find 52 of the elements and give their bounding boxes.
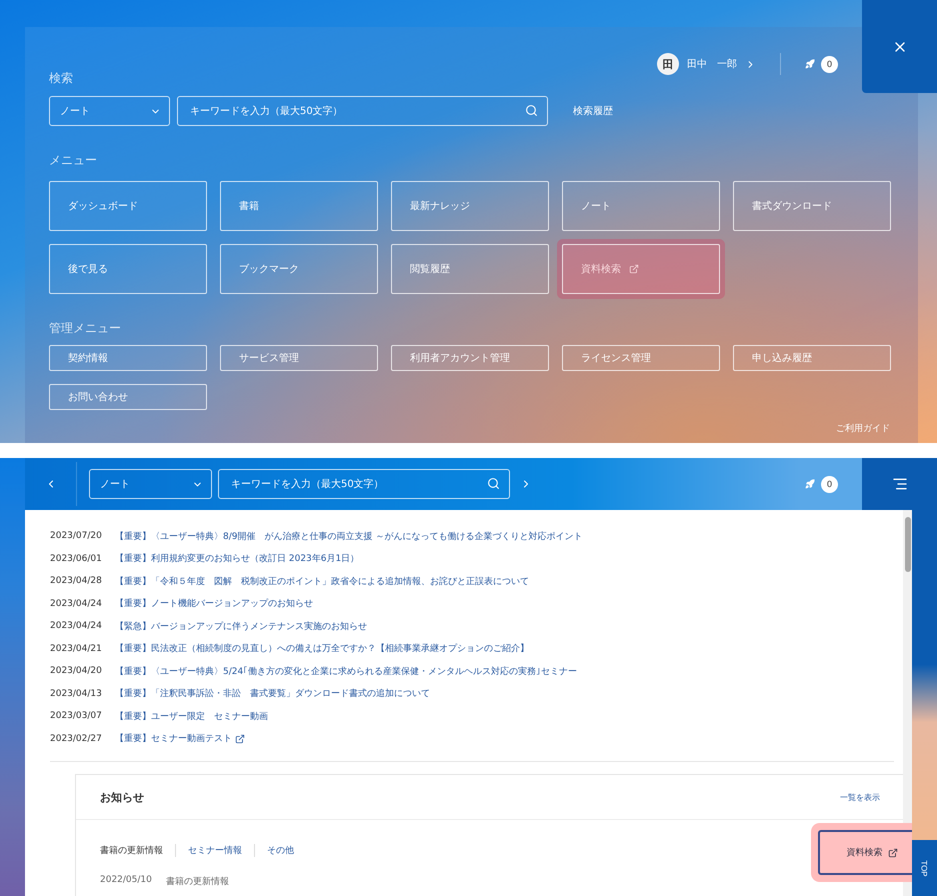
news-date: 2023/03/07 (50, 711, 103, 722)
news-link[interactable]: 【重要】「注釈民事訴訟・非訟 書式要覧」ダウンロード書式の追加について (115, 687, 430, 700)
news-date: 2023/04/28 (50, 576, 103, 586)
search-icon (487, 477, 500, 490)
menu-button[interactable]: 書籍 (220, 181, 378, 231)
search-field[interactable]: キーワードを入力（最大50文字） (177, 96, 548, 126)
notification-button[interactable]: 0 (805, 56, 838, 72)
menu-icon (892, 476, 908, 492)
category-select[interactable]: ノート (89, 469, 212, 499)
notification-count: 0 (821, 56, 838, 72)
user-menu[interactable]: 田 田中 一郎 (657, 53, 756, 75)
news-date: 2023/04/20 (50, 666, 103, 676)
news-date: 2023/06/01 (50, 554, 103, 564)
category-select[interactable]: ノート (49, 96, 170, 126)
news-link[interactable]: 【重要】セミナー動画テスト (115, 732, 245, 746)
notice-tab[interactable]: その他 (254, 844, 306, 857)
news-date: 2023/07/20 (50, 531, 103, 542)
user-avatar: 田 (657, 53, 679, 75)
notice-tab[interactable]: セミナー情報 (175, 844, 254, 857)
news-link[interactable]: 【重要】ユーザー限定 セミナー動画 (115, 710, 268, 723)
notice-category: 書籍の更新情報 (166, 876, 229, 888)
rocket-icon (805, 479, 815, 489)
notification-button[interactable]: 0 (805, 476, 838, 492)
news-link[interactable]: 【緊急】バージョンアップに伴うメンテナンス実施のお知らせ (115, 620, 367, 633)
search-icon (525, 104, 538, 117)
section-title: 管理メニュー (49, 320, 122, 337)
search-field[interactable]: キーワードを入力（最大50文字） (218, 469, 510, 499)
section-title: メニュー (49, 152, 98, 169)
news-date: 2023/04/24 (50, 598, 103, 609)
view-all-link[interactable]: 一覧を表示 (840, 792, 880, 802)
top-button[interactable]: TOP (912, 840, 937, 896)
news-date: 2023/04/13 (50, 688, 103, 699)
menu-button[interactable]: 後で見る (49, 244, 207, 294)
notification-count: 0 (821, 476, 838, 492)
menu-button[interactable]: ダッシュボード (49, 181, 207, 231)
news-date: 2023/02/27 (50, 734, 103, 744)
notice-date: 2022/05/10 (100, 875, 152, 887)
menu-button[interactable] (862, 458, 937, 510)
search-history-link[interactable]: 検索履歴 (573, 104, 613, 118)
news-link[interactable]: 【重要】ノート機能バージョンアップのお知らせ (115, 597, 313, 610)
close-button[interactable] (862, 0, 937, 93)
news-date: 2023/04/21 (50, 644, 103, 654)
news-link[interactable]: 【重要】民法改正（相続制度の見直し）への備えは万全ですか？【相続事業承継オプションのご紹介】 (115, 642, 529, 656)
notice-title: お知らせ (100, 790, 144, 804)
section-title: 検索 (49, 70, 74, 87)
rocket-icon (805, 59, 815, 69)
news-link[interactable]: 【重要】〈ユーザー特典〉5/24｢働き方の変化と企業に求められる産業保健・メンタルヘルス対応の実務｣セミナー (115, 664, 578, 678)
news-date: 2023/04/24 (50, 621, 103, 632)
notice-tab[interactable]: 書籍の更新情報 (100, 844, 175, 857)
news-link[interactable]: 【重要】「令和５年度 図解 税制改正のポイント」政省令による追加情報、お詫びと正誤表について (115, 574, 529, 588)
news-link[interactable]: 【重要】〈ユーザー特典〉8/9開催 がん治療と仕事の両立支援 ～がんになっても働ける企業づくりと対応ポイント (115, 530, 582, 543)
news-link[interactable]: 【重要】利用規約変更のお知らせ（改訂日 2023年6月1日） (115, 552, 360, 566)
